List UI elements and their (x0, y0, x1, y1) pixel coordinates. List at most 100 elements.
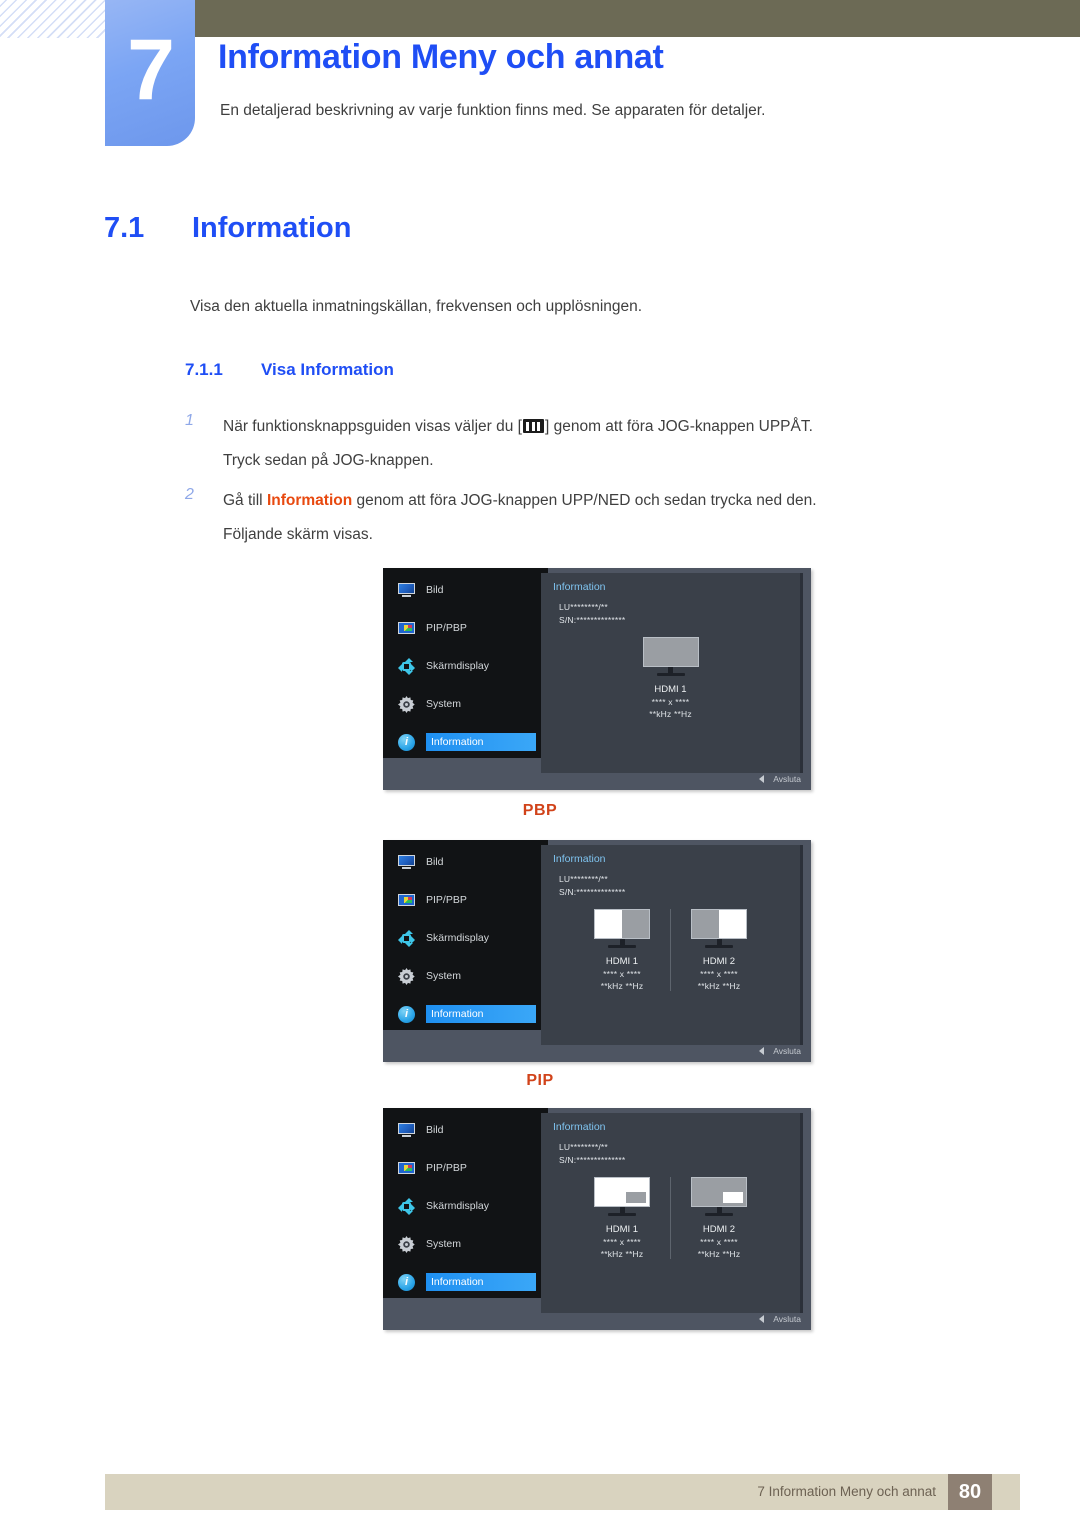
back-arrow-icon (759, 1047, 765, 1055)
header-olive-bar (195, 0, 1080, 37)
pip-pbp-icon (398, 892, 415, 909)
osd-menu-item-label: PIP/PBP (426, 1162, 467, 1174)
osd-model-id: LU********/** (559, 602, 608, 612)
gear-icon (398, 1235, 415, 1253)
step-accent-term: Information (266, 492, 353, 509)
osd-information-panel: Information LU********/** S/N:**********… (541, 845, 803, 1045)
osd-menu-item-label: Bild (426, 584, 444, 596)
monitor-thumbnail-icon (691, 1177, 747, 1217)
section-heading: 7.1 Information (104, 212, 352, 245)
osd-device-ids: LU********/** S/N:************** (559, 601, 625, 627)
osd-panel-title: Information (553, 581, 606, 593)
osd-menu-item-pip-pbp[interactable]: PIP/PBP (383, 1152, 548, 1184)
osd-panel-title: Information (553, 853, 606, 865)
info-circle-icon: i (398, 1005, 415, 1023)
osd-sidebar-menu: Bild PIP/PBP Skärmdisplay System i Infor… (383, 568, 548, 758)
osd-menu-item-system[interactable]: System (383, 688, 548, 720)
osd-menu-item-label: Bild (426, 856, 444, 868)
osd-model-id: LU********/** (559, 1142, 608, 1152)
monitor-thumbnail-icon (594, 1177, 650, 1217)
osd-source-entry: HDMI 2 **** x **** **kHz **Hz (670, 1177, 767, 1259)
step-number: 1 (185, 412, 194, 429)
osd-source-entry: HDMI 1 **** x **** **kHz **Hz (623, 637, 719, 719)
instruction-step: 1 När funktionsknappsguiden visas väljer… (185, 410, 925, 478)
osd-screenshot-single: Bild PIP/PBP Skärmdisplay System i Infor… (383, 568, 811, 790)
osd-arrows-icon (398, 657, 415, 675)
subsection-heading: 7.1.1 Visa Information (185, 360, 394, 380)
osd-menu-item-label: System (426, 698, 462, 710)
osd-menu-item-bild[interactable]: Bild (383, 1114, 548, 1146)
osd-menu-item-bild[interactable]: Bild (383, 846, 548, 878)
osd-source-resolution: **** x **** (700, 1237, 738, 1247)
osd-menu-item-system[interactable]: System (383, 960, 548, 992)
osd-screenshot-pip: Bild PIP/PBP Skärmdisplay System i Infor… (383, 1108, 811, 1330)
step-number: 2 (185, 486, 194, 503)
osd-source-list: HDMI 1 **** x **** **kHz **Hz HDMI 2 ***… (541, 909, 800, 991)
osd-source-resolution: **** x **** (651, 697, 690, 707)
section-intro-paragraph: Visa den aktuella inmatningskällan, frek… (190, 298, 643, 315)
osd-menu-item-system[interactable]: System (383, 1228, 548, 1260)
osd-exit-label: Avsluta (773, 1314, 801, 1324)
osd-exit-button[interactable]: Avsluta (759, 1046, 801, 1056)
osd-serial-number: S/N:************** (559, 1155, 626, 1165)
chapter-title: Information Meny och annat (218, 38, 664, 76)
osd-menu-item-label: Skärmdisplay (426, 1200, 490, 1212)
osd-source-name: HDMI 1 (605, 956, 639, 967)
osd-panel-title: Information (553, 1121, 606, 1133)
osd-model-id: LU********/** (559, 874, 608, 884)
osd-source-name: HDMI 1 (605, 1224, 639, 1235)
osd-menu-item-label: PIP/PBP (426, 894, 467, 906)
osd-menu-item-pip-pbp[interactable]: PIP/PBP (383, 612, 548, 644)
gear-icon (398, 967, 415, 985)
osd-source-list: HDMI 1 **** x **** **kHz **Hz (541, 637, 800, 719)
osd-menu-item-label: Skärmdisplay (426, 660, 490, 672)
instruction-step: 2 Gå till Information genom att föra JOG… (185, 484, 925, 552)
osd-serial-number: S/N:************** (559, 887, 626, 897)
back-arrow-icon (759, 775, 765, 783)
osd-source-frequency: **kHz **Hz (600, 1249, 644, 1259)
monitor-thumbnail-icon (642, 637, 699, 677)
osd-source-name: HDMI 1 (654, 684, 687, 695)
osd-menu-item-information[interactable]: i Information (383, 726, 548, 758)
osd-menu-item-skarmdisplay[interactable]: Skärmdisplay (383, 922, 548, 954)
osd-exit-button[interactable]: Avsluta (759, 774, 801, 784)
mode-label-pbp: PBP (522, 802, 558, 819)
page-footer: 7 Information Meny och annat 80 (105, 1474, 1020, 1510)
osd-menu-item-label: Skärmdisplay (426, 932, 490, 944)
osd-menu-item-bild[interactable]: Bild (383, 574, 548, 606)
osd-source-entry: HDMI 1 **** x **** **kHz **Hz (574, 1177, 670, 1259)
osd-source-entry: HDMI 1 **** x **** **kHz **Hz (574, 909, 670, 991)
osd-device-ids: LU********/** S/N:************** (559, 873, 625, 899)
osd-menu-item-skarmdisplay[interactable]: Skärmdisplay (383, 650, 548, 682)
osd-source-entry: HDMI 2 **** x **** **kHz **Hz (670, 909, 767, 991)
osd-menu-item-information[interactable]: i Information (383, 1266, 548, 1298)
osd-source-frequency: **kHz **Hz (600, 981, 644, 991)
osd-information-panel: Information LU********/** S/N:**********… (541, 573, 803, 773)
osd-menu-item-label: System (426, 970, 462, 982)
monitor-thumbnail-icon (691, 909, 747, 949)
osd-source-frequency: **kHz **Hz (697, 1249, 741, 1259)
osd-menu-item-skarmdisplay[interactable]: Skärmdisplay (383, 1190, 548, 1222)
step-text-part: genom att föra JOG-knappen UPP/NED och s… (352, 492, 817, 509)
osd-source-name: HDMI 2 (702, 1224, 736, 1235)
subsection-title: Visa Information (261, 360, 394, 379)
osd-sidebar-menu: Bild PIP/PBP Skärmdisplay System i Infor… (383, 1108, 548, 1298)
monitor-thumbnail-icon (594, 909, 650, 949)
info-circle-icon: i (398, 733, 415, 751)
gear-icon (398, 695, 415, 713)
osd-menu-item-label: Information (426, 733, 536, 751)
osd-menu-item-pip-pbp[interactable]: PIP/PBP (383, 884, 548, 916)
instruction-step-list: 1 När funktionsknappsguiden visas väljer… (185, 410, 925, 558)
osd-source-frequency: **kHz **Hz (697, 981, 741, 991)
chapter-subtitle: En detaljerad beskrivning av varje funkt… (220, 102, 766, 119)
osd-menu-item-information[interactable]: i Information (383, 998, 548, 1030)
page-number: 80 (948, 1474, 992, 1510)
osd-serial-number: S/N:************** (559, 615, 626, 625)
osd-source-list: HDMI 1 **** x **** **kHz **Hz HDMI 2 ***… (541, 1177, 800, 1259)
osd-exit-label: Avsluta (773, 774, 801, 784)
pip-pbp-icon (398, 620, 415, 637)
osd-exit-button[interactable]: Avsluta (759, 1314, 801, 1324)
osd-device-ids: LU********/** S/N:************** (559, 1141, 625, 1167)
chapter-number-badge: 7 (105, 0, 195, 146)
step-text-line2: Tryck sedan på JOG-knappen. (223, 452, 434, 469)
